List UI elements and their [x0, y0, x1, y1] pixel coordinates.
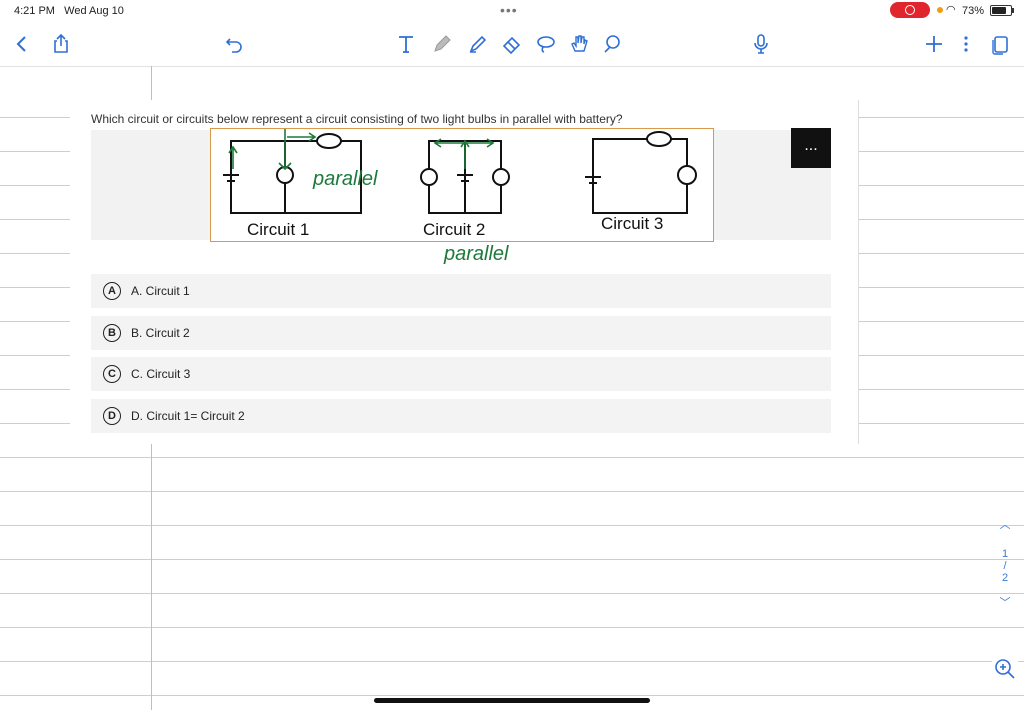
mic-in-use-indicator: [937, 7, 943, 13]
pages-icon[interactable]: [986, 30, 1014, 58]
option-text-b: B. Circuit 2: [131, 326, 190, 340]
page-up-icon[interactable]: ︿: [994, 516, 1016, 532]
microphone-icon[interactable]: [747, 30, 775, 58]
text-tool-icon[interactable]: [392, 30, 420, 58]
answer-option-a[interactable]: A A. Circuit 1: [91, 274, 831, 308]
page-down-icon[interactable]: ﹀: [994, 594, 1016, 610]
status-bar: 4:21 PM Wed Aug 10 ••• ◠ 73%: [0, 0, 1024, 22]
circuit-diagram: Circuit 1 Circuit 2 Circuit 3 parallel: [223, 129, 697, 239]
wifi-icon: ◠: [946, 4, 956, 16]
answer-option-d[interactable]: D D. Circuit 1= Circuit 2: [91, 399, 831, 433]
option-letter-c: C: [103, 365, 121, 383]
circuit-label-3: Circuit 3: [601, 214, 663, 233]
shape-icon[interactable]: [598, 30, 626, 58]
page-current: 1: [1001, 548, 1009, 560]
more-options-button[interactable]: ...: [791, 128, 831, 168]
handwritten-note-2: parallel: [443, 243, 509, 265]
option-text-d: D. Circuit 1= Circuit 2: [131, 409, 245, 423]
option-text-c: C. Circuit 3: [131, 367, 191, 381]
answer-option-b[interactable]: B B. Circuit 2: [91, 316, 831, 350]
option-letter-b: B: [103, 324, 121, 342]
handwritten-note-2-svg: parallel: [443, 243, 509, 265]
page-navigator: ︿ 1 / 2 ﹀: [994, 516, 1016, 610]
battery-icon: [990, 5, 1014, 16]
multitask-dots[interactable]: •••: [500, 2, 518, 18]
circuit-figure: Circuit 1 Circuit 2 Circuit 3 parallel: [210, 128, 714, 242]
status-time: 4:21 PM Wed Aug 10: [14, 5, 124, 17]
circuit-3-diagram: [585, 131, 697, 214]
hand-icon[interactable]: [565, 30, 593, 58]
question-text: Which circuit or circuits below represen…: [91, 112, 623, 126]
circuit-label-1: Circuit 1: [247, 220, 309, 239]
pencil-icon[interactable]: [428, 30, 456, 58]
status-date: Wed Aug 10: [64, 5, 124, 17]
question-card: Which circuit or circuits below represen…: [70, 100, 859, 444]
home-indicator[interactable]: [374, 698, 650, 703]
battery-percent: 73%: [962, 5, 985, 17]
toolbar: [0, 22, 1024, 67]
share-icon[interactable]: [47, 30, 75, 58]
highlighter-icon[interactable]: [464, 30, 492, 58]
add-icon[interactable]: [920, 30, 948, 58]
undo-icon[interactable]: [220, 30, 248, 58]
screen-record-indicator[interactable]: [890, 2, 930, 18]
option-text-a: A. Circuit 1: [131, 284, 190, 298]
option-letter-d: D: [103, 407, 121, 425]
page-total: 2: [1001, 572, 1009, 584]
option-letter-a: A: [103, 282, 121, 300]
eraser-icon[interactable]: [498, 30, 526, 58]
page-separator: /: [1003, 560, 1007, 572]
more-icon[interactable]: [952, 30, 980, 58]
zoom-icon[interactable]: [990, 654, 1020, 684]
answer-option-c[interactable]: C C. Circuit 3: [91, 357, 831, 391]
lasso-icon[interactable]: [532, 30, 560, 58]
handwritten-note-1: parallel: [312, 168, 378, 190]
back-icon[interactable]: [8, 30, 36, 58]
